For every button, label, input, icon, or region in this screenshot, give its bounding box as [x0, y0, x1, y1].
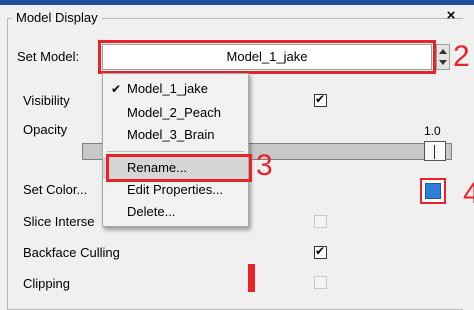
annotation-marker — [248, 264, 255, 292]
callout-box-2 — [98, 40, 436, 74]
set-color-button[interactable] — [420, 178, 446, 204]
opacity-value: 1.0 — [424, 124, 441, 138]
menu-item-label: Model_3_Brain — [127, 127, 215, 142]
menu-item-model-3[interactable]: Model_3_Brain — [103, 124, 248, 146]
close-icon[interactable]: × — [444, 8, 458, 24]
callout-box-3 — [106, 154, 252, 182]
slice-intersect-checkbox[interactable] — [314, 215, 327, 228]
menu-item-edit-properties[interactable]: Edit Properties... — [103, 179, 248, 201]
group-title: Model Display — [12, 10, 102, 25]
menu-item-label: Model_2_Peach — [127, 105, 221, 120]
checkmark-icon: ✔ — [111, 82, 122, 96]
menu-item-delete[interactable]: Delete... — [103, 201, 248, 223]
menu-item-model-2[interactable]: Model_2_Peach — [103, 102, 248, 124]
menu-item-label: Model_1_jake — [127, 81, 208, 96]
opacity-slider-thumb[interactable] — [424, 141, 446, 161]
arrow-down-icon[interactable] — [439, 60, 447, 65]
menu-item-model-1[interactable]: ✔ Model_1_jake — [103, 78, 248, 100]
menu-item-label: Delete... — [127, 204, 176, 219]
clipping-label: Clipping — [23, 276, 70, 291]
slice-intersect-label: Slice Interse — [23, 214, 95, 229]
menu-item-label: Edit Properties... — [127, 182, 224, 197]
menu-separator — [107, 151, 244, 152]
color-swatch-fill — [425, 183, 441, 199]
set-model-spinner[interactable] — [436, 44, 450, 70]
opacity-label: Opacity — [23, 122, 68, 137]
set-model-label: Set Model: — [17, 49, 80, 64]
model-context-menu: ✔ Model_1_jake Model_2_Peach Model_3_Bra… — [102, 73, 249, 227]
window-top-bar — [0, 0, 474, 5]
visibility-label: Visibility — [23, 93, 70, 108]
callout-number-4: 4 — [463, 177, 474, 210]
callout-number-3: 3 — [256, 149, 273, 182]
arrow-up-icon[interactable] — [439, 49, 447, 54]
clipping-checkbox[interactable] — [314, 276, 327, 289]
callout-number-2: 2 — [453, 40, 470, 73]
visibility-checkbox[interactable] — [314, 92, 327, 107]
backface-culling-checkbox[interactable] — [314, 244, 327, 259]
backface-culling-label: Backface Culling — [23, 245, 120, 260]
set-color-label: Set Color... — [23, 182, 88, 197]
